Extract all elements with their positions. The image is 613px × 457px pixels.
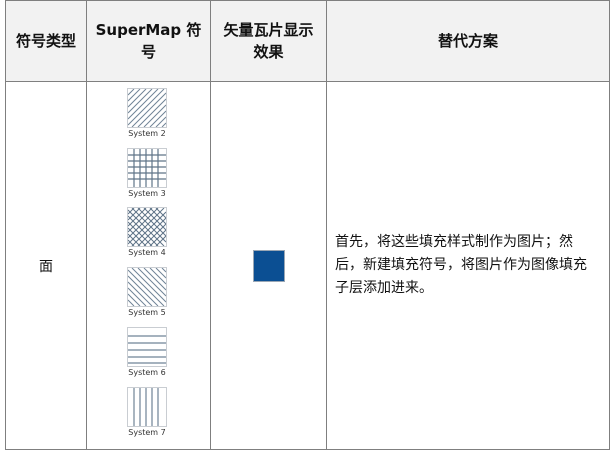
vertical-lines-pattern (127, 387, 167, 427)
header-alternative: 替代方案 (437, 32, 498, 50)
symbol-swatch: System 7 (127, 387, 167, 437)
horizontal-lines-pattern (127, 327, 167, 367)
symbol-label: System 3 (128, 189, 166, 198)
symbol-label: System 2 (128, 129, 166, 138)
diagonal-hatch-pattern (127, 88, 167, 128)
supermap-symbols-cell: System 2 System 3 System 4 System 5 Syst… (87, 82, 210, 449)
comparison-table: 符号类型 SuperMap 符号 矢量瓦片显示效果 替代方案 面 System … (5, 0, 610, 450)
alternative-cell: 首先，将这些填充样式制作为图片；然后，新建填充符号，将图片作为图像填充子层添加进… (327, 82, 609, 449)
symbol-swatch: System 3 (127, 148, 167, 198)
symbol-swatch: System 6 (127, 327, 167, 377)
vector-tile-effect-cell (211, 82, 326, 449)
symbol-label: System 6 (128, 368, 166, 377)
header-vector-tile-effect: 矢量瓦片显示效果 (223, 21, 314, 61)
cross-hatch-pattern (127, 207, 167, 247)
symbol-type-cell: 面 (39, 258, 53, 275)
symbol-label: System 5 (128, 308, 166, 317)
symbol-swatch: System 2 (127, 88, 167, 138)
symbol-swatch: System 4 (127, 207, 167, 257)
header-supermap-symbol: SuperMap 符号 (95, 21, 202, 61)
symbol-label: System 4 (128, 248, 166, 257)
alternative-text: 首先，将这些填充样式制作为图片；然后，新建填充符号，将图片作为图像填充子层添加进… (335, 234, 587, 296)
diagonal-hatch-pattern (127, 267, 167, 307)
symbol-swatch: System 5 (127, 267, 167, 317)
symbol-label: System 7 (128, 428, 166, 437)
grid-pattern (127, 148, 167, 188)
solid-fill-preview (252, 249, 285, 282)
header-symbol-type: 符号类型 (15, 32, 76, 50)
